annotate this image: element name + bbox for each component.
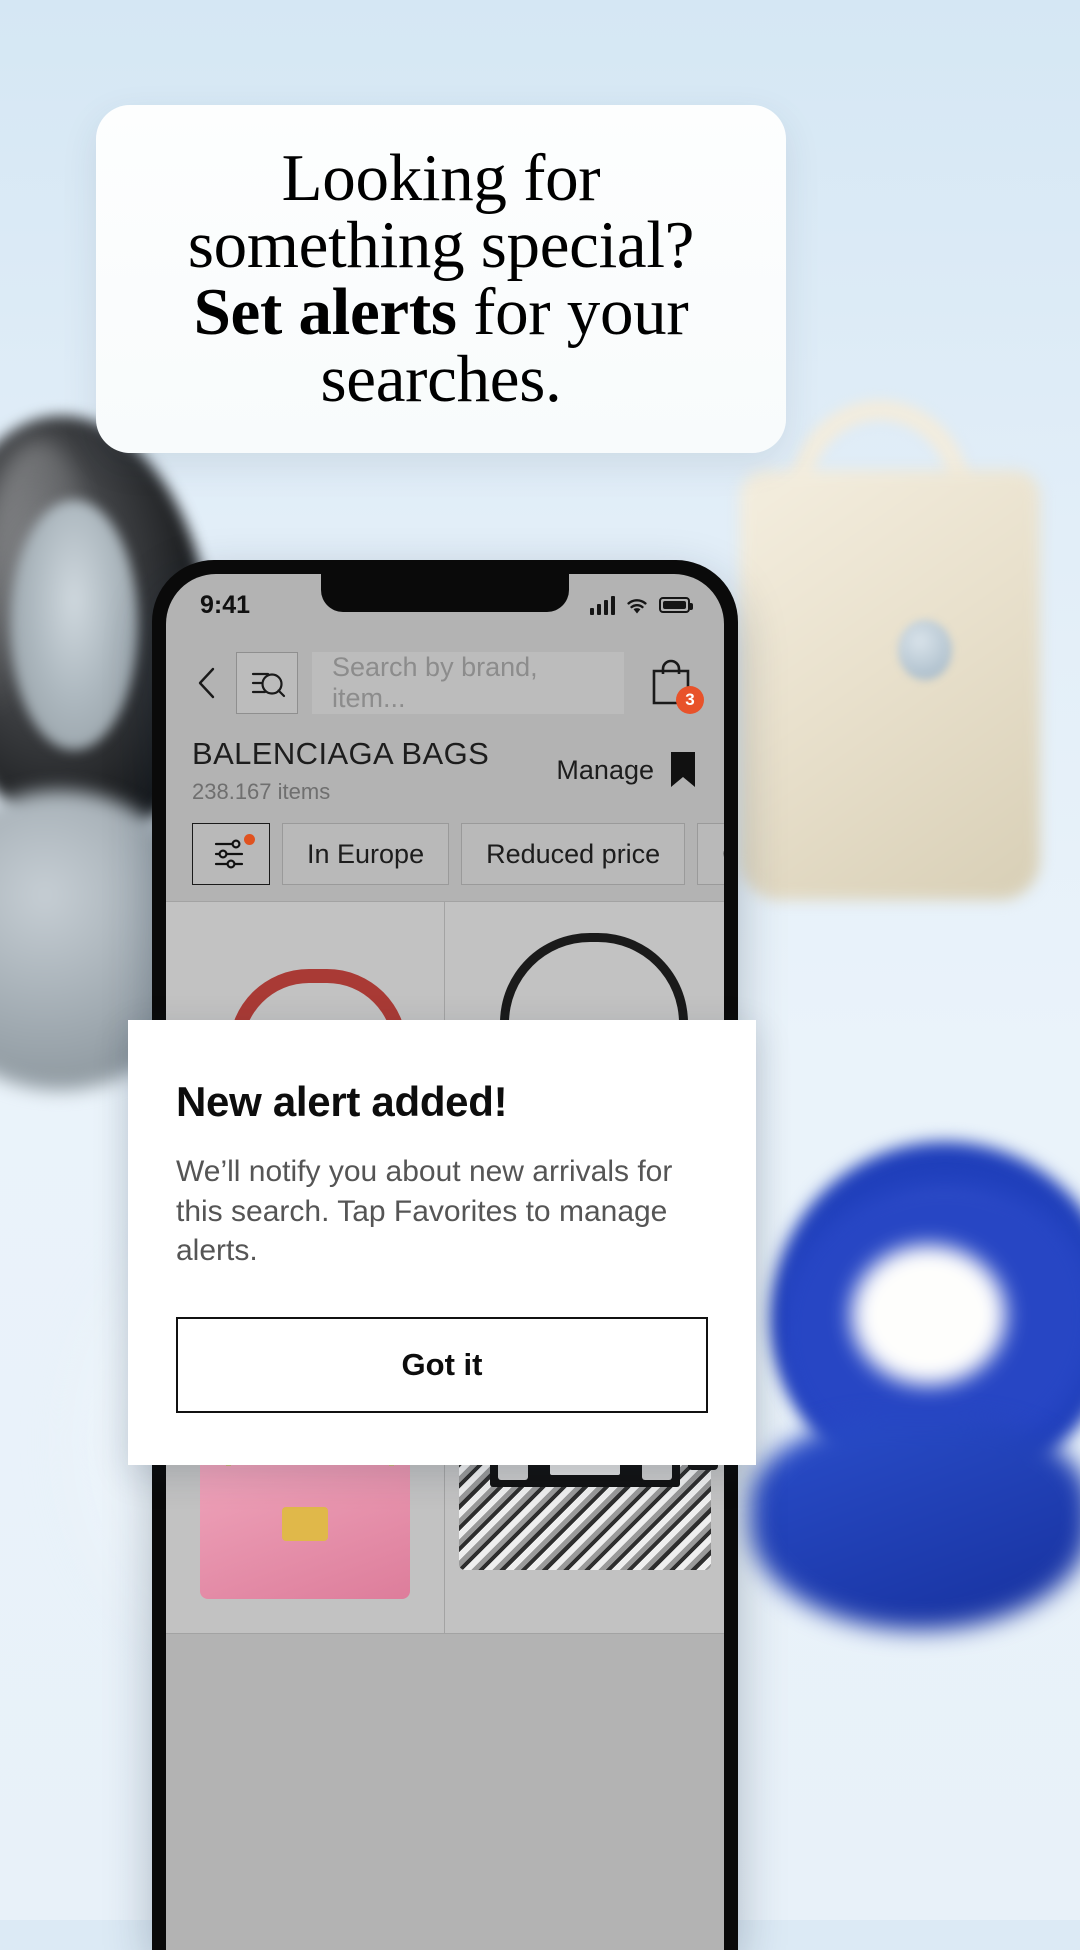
chip-reduced-price[interactable]: Reduced price (461, 823, 686, 885)
title-block: BALENCIAGA BAGS 238.167 items (192, 736, 489, 805)
tire-inner-object (10, 500, 138, 750)
search-input[interactable]: Search by brand, item... (312, 652, 624, 714)
phone-notch (321, 574, 569, 612)
headline-bold-phrase: Set alerts (193, 275, 457, 349)
headline-line-4: searches. (320, 342, 562, 416)
page-title: BALENCIAGA BAGS (192, 736, 490, 771)
manage-control[interactable]: Manage (556, 736, 698, 790)
wifi-icon (627, 598, 647, 613)
chip-filters-button[interactable] (192, 823, 270, 885)
chip-active-dot (244, 834, 255, 845)
headline-text: Looking for something special? Set alert… (187, 145, 695, 416)
title-row: BALENCIAGA BAGS 238.167 items Manage (166, 714, 724, 805)
cellular-signal-icon (590, 595, 615, 615)
manage-label: Manage (556, 754, 654, 785)
filter-search-icon (251, 672, 286, 698)
item-count: 238.167 items (192, 779, 331, 804)
headline-line-1: Looking for (281, 141, 601, 215)
bag-charm-object (898, 620, 952, 680)
modal-body-text: We’ll notify you about new arrivals for … (176, 1155, 673, 1268)
chip-in-europe[interactable]: In Europe (282, 823, 450, 885)
headline-line-3-rest: for your (456, 275, 689, 349)
status-icons (590, 595, 693, 615)
new-alert-modal: New alert added! We’ll notify you about … (128, 1020, 756, 1465)
battery-icon (659, 597, 693, 613)
pink-shoulder-bag-image (200, 1330, 410, 1599)
search-placeholder: Search by brand, item... (332, 652, 538, 713)
cart-button[interactable]: 3 (644, 654, 704, 714)
got-it-button[interactable]: Got it (176, 1316, 708, 1413)
headline-line-2: something special? (187, 208, 695, 282)
blue-bottom-object (750, 1420, 1080, 1630)
filter-chips-row[interactable]: In Europe Reduced price Condition (166, 805, 724, 885)
filter-search-button[interactable] (236, 652, 298, 714)
cream-handbag-object (740, 470, 1040, 900)
back-chevron-icon[interactable] (192, 666, 222, 700)
modal-title: New alert added! (176, 1078, 508, 1125)
bookmark-filled-icon[interactable] (668, 750, 698, 790)
status-time: 9:41 (200, 590, 251, 619)
search-row: Search by brand, item... 3 (166, 630, 724, 714)
chip-condition[interactable]: Condition (697, 823, 724, 885)
headline-card: Looking for something special? Set alert… (96, 105, 786, 453)
cart-badge: 3 (676, 686, 704, 714)
